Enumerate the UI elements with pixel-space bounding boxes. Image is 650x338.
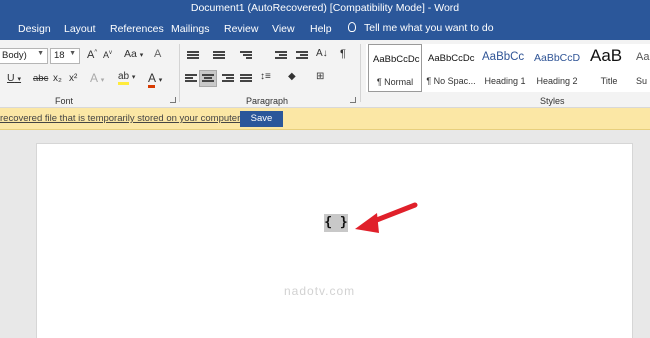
- align-center-button[interactable]: [199, 70, 217, 87]
- font-name-value: Body): [2, 50, 27, 61]
- style-sample: AaBbCcDc: [428, 53, 475, 64]
- align-left-icon[interactable]: [185, 74, 197, 84]
- tab-design[interactable]: Design: [18, 23, 51, 35]
- ribbon: Body) ▼ 18 ▼ A^ Av Aa ▾ A U ▾ abc x₂ x² A …: [0, 40, 650, 108]
- tab-view[interactable]: View: [272, 23, 295, 35]
- style-normal[interactable]: AaBbCcDc ¶ Normal: [368, 44, 422, 92]
- style-sample: AaBbCc: [482, 51, 525, 63]
- underline-button[interactable]: U ▾: [7, 72, 21, 84]
- highlight-button[interactable]: ab ▾: [118, 71, 135, 85]
- tab-help[interactable]: Help: [310, 23, 332, 35]
- shrink-font-button[interactable]: Av: [103, 50, 112, 60]
- document-area: { } nadotv.com: [0, 131, 650, 338]
- highlight-icon: ab: [118, 71, 130, 85]
- style-name: ¶ Normal: [376, 77, 414, 87]
- ribbon-tabs: Design Layout References Mailings Review…: [0, 18, 650, 40]
- recovery-info-bar: recovered file that is temporarily store…: [0, 108, 650, 130]
- title-bar: Document1 (AutoRecovered) [Compatibility…: [0, 0, 650, 18]
- shading-button[interactable]: ◆: [288, 71, 296, 82]
- style-name: Heading 2: [536, 76, 578, 86]
- field-code-braces[interactable]: { }: [324, 214, 348, 232]
- multilevel-list-icon[interactable]: [240, 51, 252, 61]
- style-sample: AaBbCcDc: [373, 54, 420, 65]
- text-effects-button[interactable]: A ▾: [90, 71, 104, 85]
- divider: [179, 44, 180, 102]
- decrease-indent-icon[interactable]: [275, 51, 287, 61]
- lightbulb-icon: [348, 22, 356, 32]
- style-sample: AaBbCcD: [534, 52, 581, 64]
- increase-indent-icon[interactable]: [296, 51, 308, 61]
- strikethrough-button[interactable]: abc: [33, 73, 48, 84]
- tab-references[interactable]: References: [110, 23, 164, 35]
- red-arrow-annotation: [355, 202, 418, 233]
- font-color-icon: A: [148, 71, 156, 88]
- show-formatting-button[interactable]: ¶: [340, 48, 346, 60]
- grow-font-button[interactable]: A^: [87, 49, 97, 61]
- recovery-message[interactable]: recovered file that is temporarily store…: [0, 113, 242, 124]
- document-page[interactable]: { } nadotv.com: [36, 143, 633, 338]
- text-effects-icon: A: [90, 71, 98, 85]
- style-name: ¶ No Spac...: [426, 76, 476, 86]
- align-center-icon: [202, 74, 214, 84]
- paragraph-dialog-launcher[interactable]: [350, 97, 356, 103]
- align-right-icon[interactable]: [222, 74, 234, 84]
- superscript-button[interactable]: x²: [69, 73, 77, 84]
- tab-mailings[interactable]: Mailings: [171, 23, 210, 35]
- window-title: Document1 (AutoRecovered) [Compatibility…: [190, 2, 460, 14]
- sort-button[interactable]: A↓: [316, 48, 328, 59]
- style-heading-1[interactable]: AaBbCc Heading 1: [478, 44, 532, 92]
- justify-icon[interactable]: [240, 74, 252, 84]
- font-color-button[interactable]: A ▾: [148, 71, 162, 88]
- save-button[interactable]: Save: [240, 111, 283, 127]
- divider: [360, 44, 361, 102]
- style-heading-2[interactable]: AaBbCcD Heading 2: [530, 44, 584, 92]
- subscript-button[interactable]: x₂: [53, 73, 62, 84]
- chevron-down-icon: ▼: [69, 50, 76, 57]
- style-sample: Aa: [636, 51, 650, 63]
- font-group-label: Font: [55, 96, 74, 106]
- clear-formatting-button[interactable]: A: [154, 48, 161, 60]
- style-title[interactable]: AaB Title: [582, 44, 636, 92]
- chevron-down-icon: ▼: [37, 50, 44, 57]
- font-size-value: 18: [54, 50, 65, 61]
- style-name: Title: [600, 76, 618, 86]
- font-size-combo[interactable]: 18 ▼: [50, 48, 80, 64]
- line-spacing-button[interactable]: ↕≡: [260, 71, 271, 82]
- clear-formatting-icon: A: [154, 48, 162, 60]
- change-case-button[interactable]: Aa ▾: [124, 48, 143, 60]
- style-name: Su: [636, 76, 648, 86]
- borders-button[interactable]: ⊞: [316, 71, 324, 82]
- font-dialog-launcher[interactable]: [170, 97, 176, 103]
- watermark: nadotv.com: [284, 284, 356, 298]
- change-case-icon: Aa: [124, 48, 137, 60]
- arrow-head: [355, 213, 379, 233]
- tab-review[interactable]: Review: [224, 23, 258, 35]
- styles-group-label: Styles: [540, 96, 565, 106]
- tell-me-search[interactable]: Tell me what you want to do: [348, 22, 494, 34]
- underline-icon: U: [7, 72, 15, 84]
- paragraph-group-label: Paragraph: [246, 96, 289, 106]
- numbering-icon[interactable]: [213, 51, 225, 61]
- style-sample: AaB: [590, 46, 623, 65]
- font-name-combo[interactable]: Body) ▼: [0, 48, 48, 64]
- tell-me-label: Tell me what you want to do: [364, 22, 494, 34]
- styles-gallery: AaBbCcDc ¶ Normal AaBbCcDc ¶ No Spac... …: [366, 44, 650, 92]
- style-name: Heading 1: [484, 76, 526, 86]
- bullets-icon[interactable]: [187, 51, 199, 61]
- style-subtitle[interactable]: Aa Su: [634, 44, 650, 92]
- tab-layout[interactable]: Layout: [64, 23, 96, 35]
- style-no-spacing[interactable]: AaBbCcDc ¶ No Spac...: [424, 44, 478, 92]
